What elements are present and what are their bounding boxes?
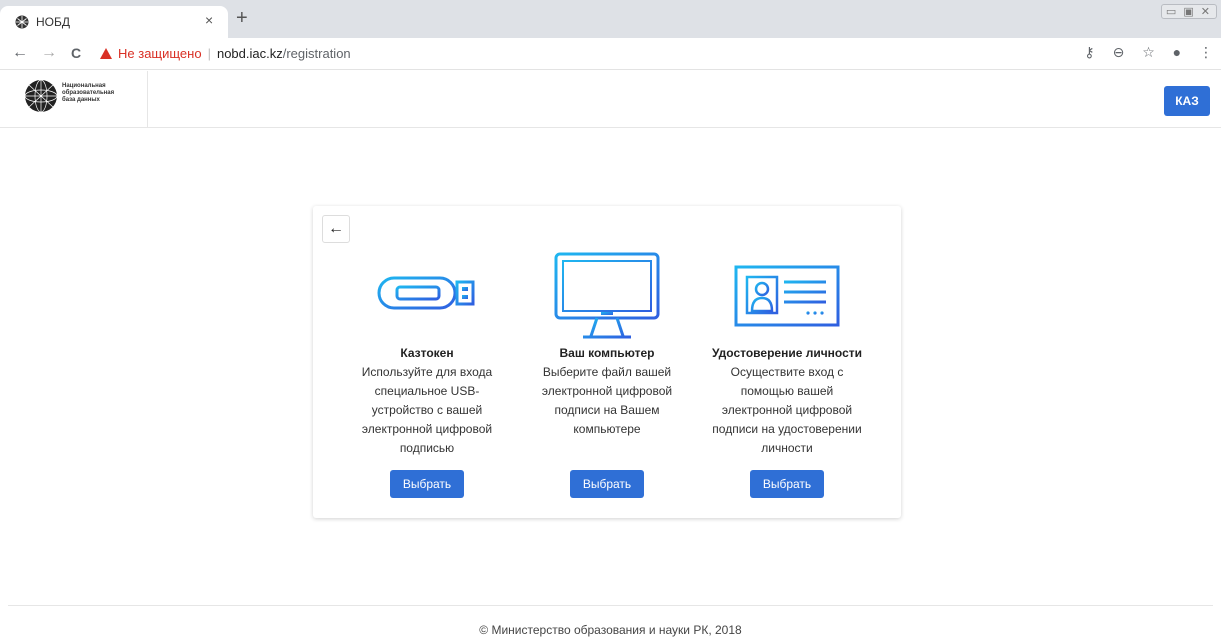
select-kaztoken-button[interactable]: Выбрать <box>390 470 464 498</box>
star-icon[interactable]: ☆ <box>1142 44 1155 60</box>
menu-icon[interactable]: ⋮ <box>1199 44 1213 60</box>
forward-arrow-icon[interactable]: → <box>41 44 57 62</box>
site-header: Национальная образовательная база данных… <box>0 71 1221 128</box>
address-bar[interactable]: Не защищено | nobd.iac.kz/registration <box>100 43 351 65</box>
footer-copyright: © Министерство образования и науки РК, 2… <box>479 623 742 637</box>
footer-divider <box>8 605 1213 606</box>
id-card-icon <box>734 265 840 327</box>
browser-tab[interactable]: НОБД × <box>0 6 228 38</box>
url-path: /registration <box>282 46 351 61</box>
url-host: nobd.iac.kz <box>216 46 283 61</box>
option-kaztoken: Казтокен Используйте для входа специальн… <box>332 206 522 518</box>
logo[interactable]: Национальная образовательная база данных <box>0 71 148 128</box>
globe-logo-icon <box>24 79 58 113</box>
zoom-icon[interactable]: ⊖ <box>1113 44 1125 60</box>
browser-navbar: ← → C Не защищено | nobd.iac.kz/registrati… <box>0 38 1221 70</box>
warning-icon <box>100 48 112 59</box>
computer-monitor-icon <box>554 252 660 339</box>
toolbar-icons: ⚷ ⊖ ☆ ● ⋮ <box>1070 44 1213 61</box>
option-title: Казтокен <box>400 346 454 360</box>
reload-icon[interactable]: C <box>71 44 81 62</box>
globe-favicon-icon <box>15 15 29 29</box>
key-icon[interactable]: ⚷ <box>1084 44 1094 60</box>
tab-title: НОБД <box>36 15 71 29</box>
browser-tab-bar: НОБД × + ▭ ▣ ✕ <box>0 0 1221 38</box>
option-description: Используйте для входа специальное USB-ус… <box>361 365 493 455</box>
language-button[interactable]: КАЗ <box>1164 86 1210 116</box>
account-icon[interactable]: ● <box>1173 44 1181 60</box>
security-warning[interactable]: Не защищено <box>118 46 202 61</box>
option-description: Осуществите вход с помощью вашей электро… <box>712 365 862 455</box>
option-computer: Ваш компьютер Выберите файл вашей электр… <box>512 206 702 518</box>
usb-token-icon <box>377 276 475 310</box>
login-method-card: ← Казтокен Используйте для входа специал… <box>313 206 901 518</box>
window-controls[interactable]: ▭ ▣ ✕ <box>1160 4 1217 19</box>
option-title: Удостоверение личности <box>711 346 863 360</box>
address-separator: | <box>207 46 211 61</box>
logo-text: Национальная образовательная база данных <box>62 83 115 103</box>
select-computer-button[interactable]: Выбрать <box>570 470 644 498</box>
option-description: Выберите файл вашей электронной цифровой… <box>541 365 673 436</box>
select-id-card-button[interactable]: Выбрать <box>750 470 824 498</box>
tab-close-icon[interactable]: × <box>205 12 213 28</box>
option-title: Ваш компьютер <box>559 346 655 360</box>
back-arrow-icon[interactable]: ← <box>12 44 28 62</box>
option-id-card: Удостоверение личности Осуществите вход … <box>692 206 882 518</box>
new-tab-icon[interactable]: + <box>236 8 248 28</box>
